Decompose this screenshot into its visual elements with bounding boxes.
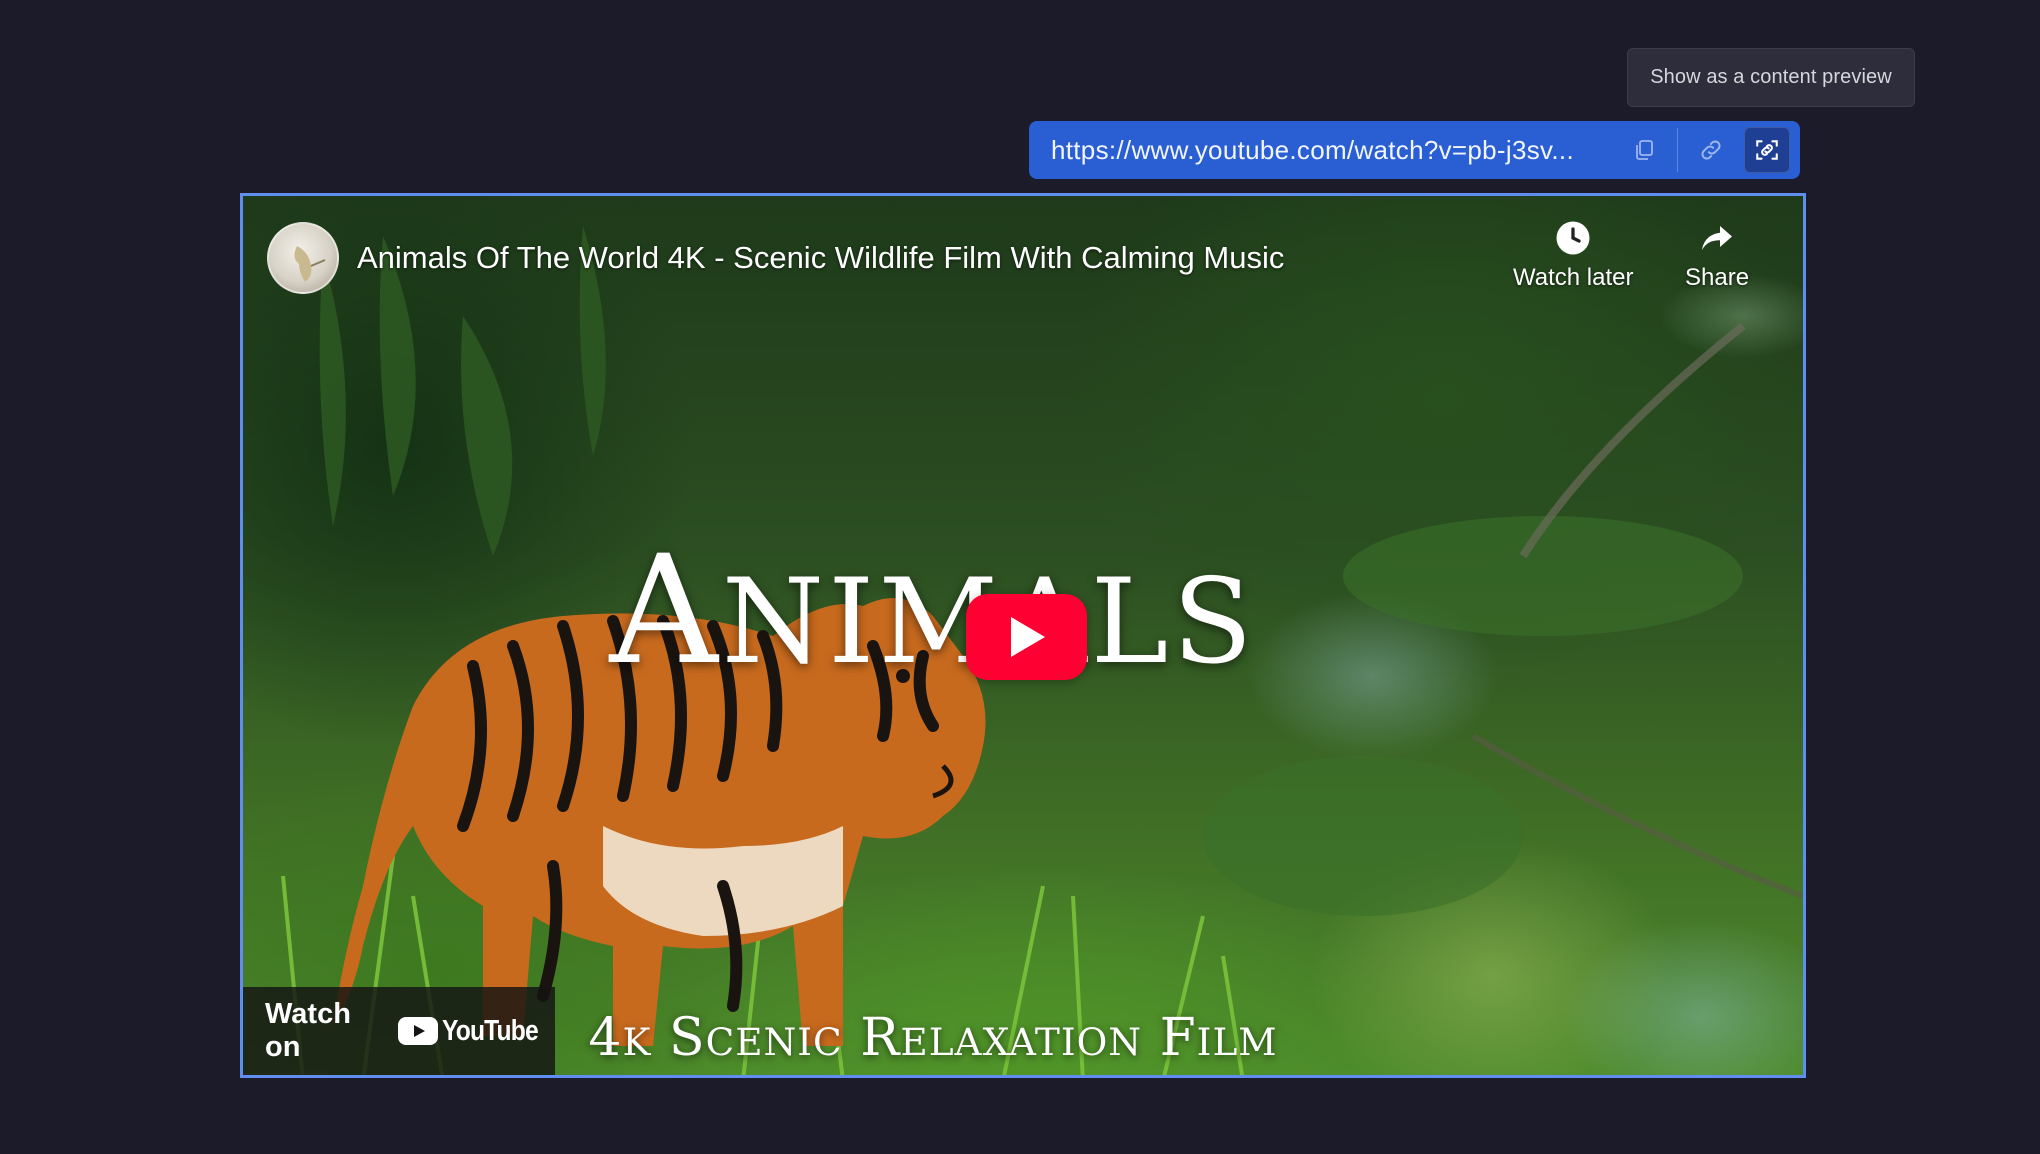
watch-later-button[interactable]: Watch later — [1513, 220, 1633, 292]
watch-later-label: Watch later — [1513, 264, 1634, 291]
youtube-logo: YouTube — [398, 1015, 555, 1048]
subtitle-relaxation-small: ELAXATION — [900, 1020, 1143, 1064]
link-icon — [1701, 140, 1721, 160]
copy-url-button[interactable] — [1621, 127, 1667, 173]
show-as-link-button[interactable] — [1688, 127, 1734, 173]
play-icon — [1010, 617, 1045, 657]
subtitle-scenic-big: S — [668, 1008, 706, 1068]
clock-icon — [1556, 221, 1590, 255]
youtube-embed[interactable]: Animals Of The World 4K - Scenic Wildlif… — [240, 193, 1806, 1078]
subtitle-film-small: ILM — [1196, 1020, 1278, 1064]
share-arrow-icon — [1702, 226, 1733, 250]
bird-icon — [294, 246, 326, 282]
subtitle-film-big: F — [1159, 1008, 1197, 1068]
video-title-row: Animals Of The World 4K - Scenic Wildlif… — [267, 222, 1284, 294]
title-initial: A — [609, 524, 722, 698]
watch-on-youtube-button[interactable]: Watch on YouTube — [243, 987, 555, 1075]
play-button[interactable] — [966, 594, 1087, 680]
channel-avatar[interactable] — [267, 222, 339, 294]
youtube-wordmark: YouTube — [442, 1014, 539, 1047]
preview-link-icon — [1756, 140, 1778, 160]
url-text[interactable]: https://www.youtube.com/watch?v=pb-j3sv.… — [1051, 135, 1611, 166]
subtitle-4-big: 4 — [588, 1008, 623, 1068]
subtitle-4-small: K — [622, 1020, 652, 1064]
tooltip-text: Show as a content preview — [1650, 66, 1892, 88]
url-toolbar: https://www.youtube.com/watch?v=pb-j3sv.… — [1029, 121, 1800, 179]
share-button[interactable]: Share — [1685, 220, 1749, 292]
video-title[interactable]: Animals Of The World 4K - Scenic Wildlif… — [357, 240, 1284, 276]
show-as-preview-button[interactable] — [1744, 127, 1790, 173]
watch-on-label: Watch on — [265, 998, 351, 1063]
share-label: Share — [1685, 264, 1750, 291]
youtube-play-logo-icon — [398, 1017, 439, 1045]
video-thumbnail[interactable]: Animals Of The World 4K - Scenic Wildlif… — [243, 196, 1803, 1075]
toolbar-divider — [1677, 128, 1678, 172]
subtitle-relaxation-big: R — [860, 1008, 901, 1068]
content-preview-tooltip: Show as a content preview — [1627, 48, 1915, 107]
subtitle-scenic-small: CENIC — [705, 1020, 843, 1064]
copy-icon — [1636, 140, 1653, 160]
